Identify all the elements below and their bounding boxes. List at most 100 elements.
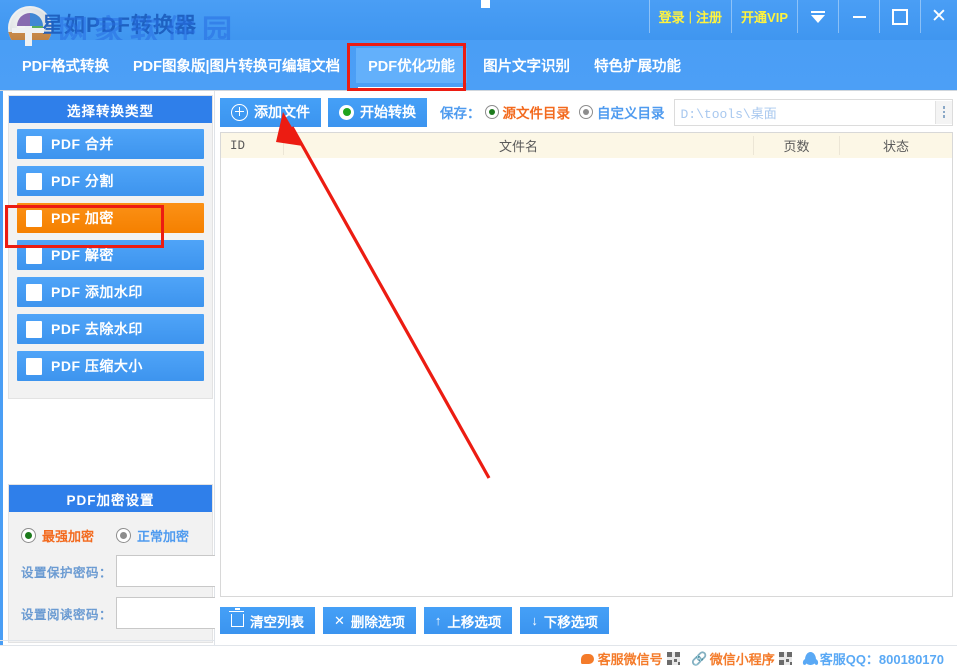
protect-password-row: 设置保护密码： — [9, 545, 212, 587]
bottom-cursor-marker — [481, 666, 490, 670]
pdf-file-icon:  — [26, 321, 42, 338]
close-button[interactable]: ✕ — [920, 0, 957, 33]
delete-selected-button[interactable]: ✕ 删除选项 — [323, 607, 416, 634]
menu-dropdown-button[interactable] — [797, 0, 838, 33]
file-list-body[interactable] — [221, 158, 952, 596]
tab-extended-features[interactable]: 特色扩展功能 — [586, 49, 689, 82]
save-location-group: 保存： 源文件目录 自定义目录 D:\tools\桌面 — [440, 99, 953, 126]
sidebar-item-label: PDF 分割 — [51, 171, 114, 191]
file-list[interactable]: ID 文件名 页数 状态 — [220, 132, 953, 597]
radio-dot-icon — [485, 105, 499, 119]
cursor-marker — [481, 0, 490, 8]
protect-password-label: 设置保护密码： — [21, 562, 112, 581]
convert-type-panel: 选择转换类型  PDF 合并  PDF 分割  PDF 加密 — [8, 95, 213, 399]
radio-label: 源文件目录 — [503, 102, 571, 122]
main-panel: 添加文件 开始转换 保存： 源文件目录 自定义目录 — [215, 91, 957, 646]
pdf-file-icon:  — [26, 358, 42, 375]
move-up-button[interactable]: ↑ 上移选项 — [424, 607, 513, 634]
pdf-file-icon:  — [26, 247, 42, 264]
radio-normal-encrypt[interactable]: 正常加密 — [116, 526, 189, 545]
maximize-button[interactable] — [879, 0, 920, 33]
radio-label: 最强加密 — [42, 526, 94, 545]
navigation-bar: PDF格式转换 PDF图象版|图片转换可编辑文档 PDF优化功能 图片文字识别 … — [0, 40, 957, 90]
status-bar: 客服微信号 🔗 微信小程序 客服QQ：800180170 — [0, 645, 957, 670]
wechat-miniprogram-label: 微信小程序 — [710, 649, 775, 668]
plus-circle-icon — [231, 104, 248, 121]
pdf-file-icon:  — [26, 284, 42, 301]
sidebar-item-pdf-split[interactable]:  PDF 分割 — [17, 166, 204, 196]
play-circle-icon — [339, 105, 354, 120]
sidebar-bottom-divider — [0, 640, 214, 641]
column-header-filename: 文件名 — [283, 136, 753, 155]
move-up-label: 上移选项 — [447, 611, 501, 631]
add-file-label: 添加文件 — [254, 102, 310, 122]
sidebar-item-label: PDF 合并 — [51, 134, 114, 154]
sidebar-item-pdf-merge[interactable]:  PDF 合并 — [17, 129, 204, 159]
sidebar-item-pdf-compress[interactable]:  PDF 压缩大小 — [17, 351, 204, 381]
radio-strongest-encrypt[interactable]: 最强加密 — [21, 526, 94, 545]
radio-custom-directory[interactable]: 自定义目录 — [579, 102, 665, 122]
close-x-icon: ✕ — [334, 613, 345, 629]
tab-pdf-format-convert[interactable]: PDF格式转换 — [14, 49, 117, 82]
encrypt-settings-title: PDF加密设置 — [9, 485, 212, 512]
convert-type-panel-title: 选择转换类型 — [9, 96, 212, 123]
save-label: 保存： — [440, 102, 481, 122]
tab-pdf-optimize[interactable]: PDF优化功能 — [356, 48, 467, 83]
service-qq-item[interactable]: 客服QQ：800180170 — [805, 649, 944, 668]
radio-label: 自定义目录 — [597, 102, 665, 122]
chevron-down-icon — [811, 11, 825, 23]
open-vip-button[interactable]: 开通VIP — [731, 0, 797, 33]
encrypt-mode-radio-group: 最强加密 正常加密 — [9, 512, 212, 545]
login-separator: | — [689, 9, 692, 24]
login-register-link[interactable]: 登录 | 注册 — [649, 0, 731, 33]
sidebar-item-label: PDF 加密 — [51, 208, 114, 228]
clear-list-button[interactable]: 清空列表 — [220, 607, 315, 634]
pdf-file-icon:  — [26, 173, 42, 190]
sidebar-item-pdf-remove-watermark[interactable]:  PDF 去除水印 — [17, 314, 204, 344]
radio-label: 正常加密 — [137, 526, 189, 545]
arrow-up-icon: ↑ — [435, 613, 442, 628]
minimize-button[interactable] — [838, 0, 879, 33]
main-toolbar: 添加文件 开始转换 保存： 源文件目录 自定义目录 — [220, 97, 953, 127]
status-bar-items: 客服微信号 🔗 微信小程序 客服QQ：800180170 — [581, 646, 957, 670]
tab-image-ocr[interactable]: 图片文字识别 — [475, 49, 578, 82]
sidebar-item-pdf-decrypt[interactable]:  PDF 解密 — [17, 240, 204, 270]
move-down-button[interactable]: ↓ 下移选项 — [520, 607, 609, 634]
radio-dot-icon — [116, 528, 131, 543]
save-path-field[interactable]: D:\tools\桌面 — [674, 99, 954, 126]
read-password-label: 设置阅读密码： — [21, 604, 112, 623]
start-convert-button[interactable]: 开始转换 — [328, 98, 427, 127]
radio-dot-icon — [579, 105, 593, 119]
convert-type-list:  PDF 合并  PDF 分割  PDF 加密  PDF 解密 — [9, 123, 212, 390]
sidebar-item-label: PDF 添加水印 — [51, 282, 143, 302]
save-path-value: D:\tools\桌面 — [675, 103, 936, 122]
sidebar-accent-bar — [0, 91, 3, 646]
browse-folder-button[interactable] — [935, 101, 952, 124]
sidebar-item-label: PDF 去除水印 — [51, 319, 143, 339]
pdf-file-icon:  — [26, 136, 42, 153]
sidebar-item-label: PDF 解密 — [51, 245, 114, 265]
title-bar-controls: 登录 | 注册 开通VIP ✕ — [649, 0, 957, 33]
title-bar: 星如PDF转换器 网家软件园 www.pc0359.cn 登录 | 注册 开通V… — [0, 0, 957, 40]
trash-icon — [231, 614, 244, 627]
sidebar: 选择转换类型  PDF 合并  PDF 分割  PDF 加密 — [0, 91, 215, 646]
link-icon: 🔗 — [693, 652, 706, 665]
sidebar-item-pdf-add-watermark[interactable]:  PDF 添加水印 — [17, 277, 204, 307]
radio-source-directory[interactable]: 源文件目录 — [485, 102, 571, 122]
qr-code-icon[interactable] — [667, 652, 680, 665]
encrypt-settings-panel: PDF加密设置 最强加密 正常加密 设置保护密码： 设置阅读 — [8, 484, 213, 643]
tab-pdf-image-convert[interactable]: PDF图象版|图片转换可编辑文档 — [125, 49, 348, 82]
clear-list-label: 清空列表 — [250, 611, 304, 631]
service-wechat-item[interactable]: 客服微信号 — [581, 649, 680, 668]
wechat-miniprogram-item[interactable]: 🔗 微信小程序 — [693, 649, 792, 668]
qr-code-icon[interactable] — [779, 652, 792, 665]
file-list-header: ID 文件名 页数 状态 — [221, 133, 952, 159]
move-down-label: 下移选项 — [544, 611, 598, 631]
sidebar-item-label: PDF 压缩大小 — [51, 356, 143, 376]
sidebar-item-pdf-encrypt[interactable]:  PDF 加密 — [17, 203, 204, 233]
column-header-pages: 页数 — [753, 136, 839, 155]
add-file-button[interactable]: 添加文件 — [220, 98, 321, 127]
minimize-icon — [853, 16, 866, 18]
nav-tabs: PDF格式转换 PDF图象版|图片转换可编辑文档 PDF优化功能 图片文字识别 … — [14, 40, 697, 90]
qq-penguin-icon — [805, 652, 816, 665]
